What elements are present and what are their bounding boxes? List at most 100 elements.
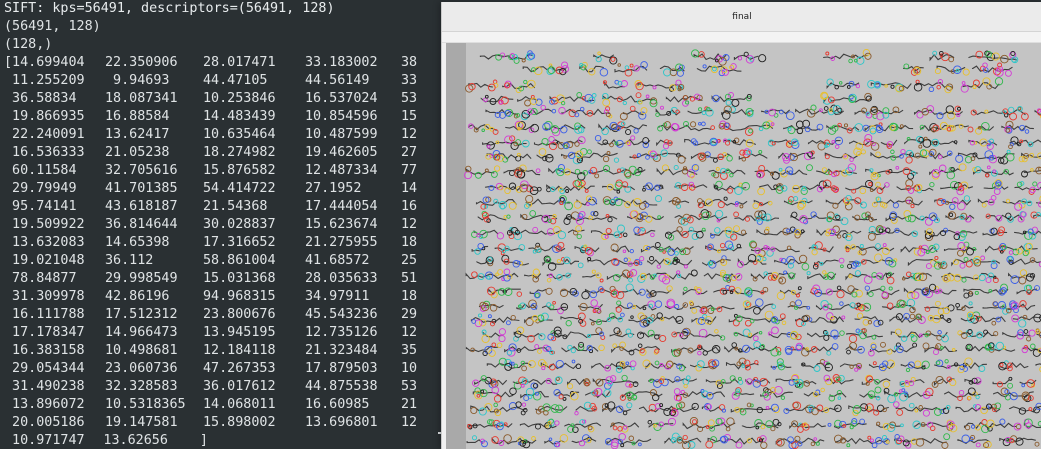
- vector-value: 10: [401, 361, 418, 376]
- vector-value: 16: [401, 199, 418, 214]
- vector-value: ]: [199, 433, 208, 448]
- vector-value: 19.462605: [305, 145, 378, 160]
- vector-value: 21: [401, 397, 418, 412]
- vector-value: 14: [401, 181, 418, 196]
- vector-value: 21.323484: [305, 343, 378, 358]
- keypoint-image[interactable]: [446, 43, 1041, 449]
- window-toolbar: [442, 32, 1041, 43]
- vector-value: 95.74141: [4, 199, 77, 214]
- vector-value: 31.490238: [4, 379, 85, 394]
- vector-value: 17.879503: [305, 361, 378, 376]
- vector-row: 13.896072 10.5318365 14.068011 16.60985 21: [0, 396, 446, 414]
- vector-value: 78.84877: [4, 271, 77, 286]
- vector-value: 21.54368: [203, 199, 268, 214]
- vector-value: 36.112: [105, 253, 154, 268]
- vector-value: 17.444054: [305, 199, 378, 214]
- vector-value: 34.97911: [305, 289, 370, 304]
- vector-value: 44.56149: [305, 73, 370, 88]
- vector-value: 15.898002: [203, 415, 276, 430]
- vector-value: 16.88584: [105, 109, 170, 124]
- vector-value: 14.966473: [105, 325, 178, 340]
- image-window[interactable]: final: [441, 2, 1041, 449]
- vector-value: 18.087341: [105, 91, 178, 106]
- vector-value: 43.618187: [105, 199, 178, 214]
- vector-row: 19.509922 36.814644 30.028837 15.623674 12: [0, 216, 446, 234]
- terminal-header-lines: SIFT: kps=56491, descriptors=(56491, 128…: [0, 0, 446, 54]
- vector-value: 15.623674: [305, 217, 378, 232]
- vector-value: 31.309978: [4, 289, 85, 304]
- vector-value: 19.147581: [105, 415, 178, 430]
- vector-value: 13.632083: [4, 235, 85, 250]
- vector-value: 13.62417: [105, 127, 170, 142]
- vector-value: 13.696801: [305, 415, 378, 430]
- vector-value: 18: [401, 235, 418, 250]
- descriptor-shape-line: (56491, 128): [4, 19, 101, 34]
- vector-value: 10.487599: [305, 127, 378, 142]
- vector-value: 10.635464: [203, 127, 276, 142]
- vector-value: 13.945195: [203, 325, 276, 340]
- vector-value: 12: [401, 217, 418, 232]
- vector-value: 29.79949: [4, 181, 77, 196]
- vector-value: 12.487334: [305, 163, 378, 178]
- vector-value: 14.483439: [203, 109, 276, 124]
- vector-value: 18: [401, 289, 418, 304]
- vector-value: 17.316652: [203, 235, 276, 250]
- vector-value: 22.350906: [105, 55, 178, 70]
- vector-value: 18.274982: [203, 145, 276, 160]
- vector-value: 13.62656: [103, 433, 168, 448]
- vector-value: 10.971747: [4, 433, 85, 448]
- vector-value: 22.240091: [4, 127, 85, 142]
- keypoint-image-svg: [446, 43, 1041, 449]
- vector-value: 16.536333: [4, 145, 85, 160]
- vector-value: 11.255209: [4, 73, 85, 88]
- vector-value: 13.896072: [4, 397, 85, 412]
- vector-value: 16.60985: [305, 397, 370, 412]
- vector-value: 15.876582: [203, 163, 276, 178]
- vector-value: 12.184118: [203, 343, 276, 358]
- vector-value: 20.005186: [4, 415, 85, 430]
- vector-value: 25: [401, 253, 418, 268]
- vector-value: 44.47105: [203, 73, 268, 88]
- vector-value: 23.060736: [105, 361, 178, 376]
- vector-value: 15.031368: [203, 271, 276, 286]
- descriptor-vector-output: [14.699404 22.350906 28.017471 33.183002 38 …: [0, 54, 446, 449]
- vector-row: 16.111788 17.512312 23.800676 45.543236 29: [0, 306, 446, 324]
- vector-value: 19.866935: [4, 109, 85, 124]
- vector-value: [395, 432, 434, 449]
- terminal-panel[interactable]: SIFT: kps=56491, descriptors=(56491, 128…: [0, 0, 446, 449]
- vector-value: [300, 432, 394, 449]
- vector-value: 32.328583: [105, 379, 178, 394]
- vector-value: 36.814644: [105, 217, 178, 232]
- vector-shape-line: (128,): [4, 37, 53, 52]
- vector-value: 44.875538: [305, 379, 378, 394]
- vector-row: 31.309978 42.86196 94.968315 34.97911 18: [0, 288, 446, 306]
- vector-value: 41.701385: [105, 181, 178, 196]
- vector-value: 41.68572: [305, 253, 370, 268]
- vector-value: 29.998549: [105, 271, 178, 286]
- vector-value: 77: [401, 163, 418, 178]
- vector-value: 47.267353: [203, 361, 276, 376]
- vector-row: 10.971747 13.62656]: [0, 432, 446, 449]
- vector-value: 36.017612: [203, 379, 276, 394]
- vector-row: 13.632083 14.65398 17.316652 21.275955 18: [0, 234, 446, 252]
- vector-row: 78.84877 29.998549 15.031368 28.035633 51: [0, 270, 446, 288]
- vector-row: 36.58834 18.087341 10.253846 16.537024 53: [0, 90, 446, 108]
- vector-value: 10.253846: [203, 91, 276, 106]
- vector-value: 16.537024: [305, 91, 378, 106]
- vector-value: 51: [401, 271, 418, 286]
- window-title: final: [732, 11, 752, 22]
- page-edge-shadow: [446, 43, 466, 449]
- vector-value: 17.512312: [105, 307, 178, 322]
- vector-value: 45.543236: [305, 307, 378, 322]
- vector-value: 60.11584: [4, 163, 77, 178]
- vector-value: 33: [401, 73, 418, 88]
- vector-value: 15: [401, 109, 418, 124]
- vector-value: 12: [401, 325, 418, 340]
- window-titlebar[interactable]: final: [442, 2, 1041, 32]
- vector-value: 54.414722: [203, 181, 276, 196]
- vector-value: 28.017471: [203, 55, 276, 70]
- vector-value: 14.068011: [203, 397, 276, 412]
- vector-row: 17.178347 14.966473 13.945195 12.735126 12: [0, 324, 446, 342]
- vector-row: 22.240091 13.62417 10.635464 10.487599 12: [0, 126, 446, 144]
- vector-value: 53: [401, 379, 418, 394]
